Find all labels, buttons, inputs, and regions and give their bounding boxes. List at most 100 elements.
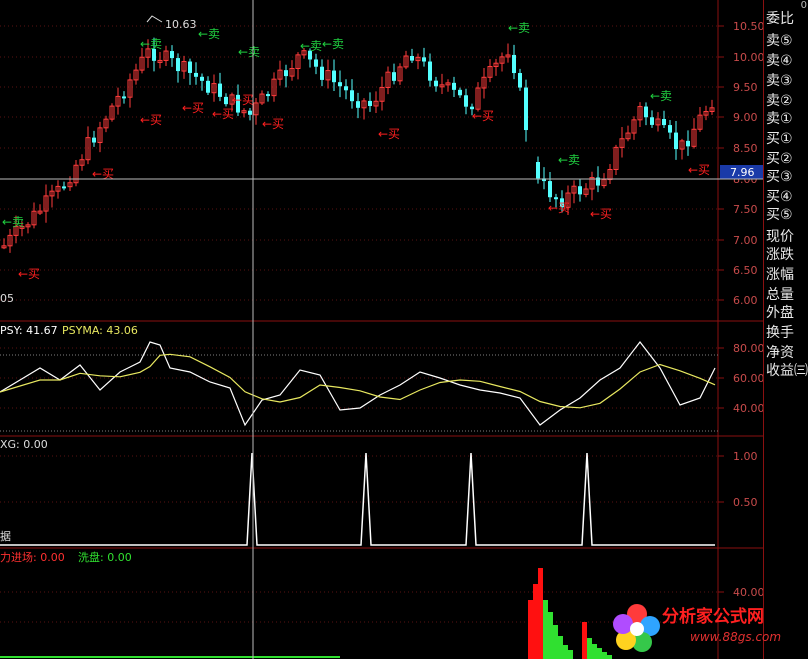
candle-body bbox=[524, 87, 528, 131]
capital-bars bbox=[0, 568, 612, 659]
candle-body bbox=[122, 96, 126, 99]
sidebar-item: 卖④ bbox=[766, 53, 793, 69]
quote-sidebar: 0 委比 卖⑤ 卖④ 卖③ 卖② 卖① 买① 买② 买③ 买④ 买⑤ 现价 涨跌 涨幅 总量 外盘 换手 净资 收益… bbox=[763, 0, 808, 659]
buy-signal: ←买 bbox=[18, 267, 40, 281]
candle-body bbox=[320, 66, 324, 80]
candle-body bbox=[644, 106, 648, 118]
candle-body bbox=[176, 58, 180, 72]
sidebar-item: 涨幅 bbox=[766, 267, 794, 283]
sell-signal: ←卖 bbox=[508, 21, 530, 35]
axis-tick-label: 40.00 bbox=[733, 586, 763, 599]
axis-tick-label: 1.00 bbox=[733, 450, 758, 463]
sell-signal: ←卖 bbox=[2, 215, 24, 229]
axis-tick-label: 9.50 bbox=[733, 81, 758, 94]
wash-label: 洗盘: 0.00 bbox=[78, 550, 132, 564]
axis-tick-label: 80.00 bbox=[733, 342, 763, 355]
candle-body bbox=[200, 76, 204, 81]
candle-body bbox=[452, 82, 456, 90]
buy-signal: ←买 bbox=[378, 127, 400, 141]
buy-signal: ←买 bbox=[232, 93, 254, 107]
buy-signal: ←买 bbox=[472, 109, 494, 123]
sidebar-item: 卖② bbox=[766, 93, 793, 109]
sidebar-item: 现价 bbox=[766, 229, 794, 245]
axis-tick-label: 10.00 bbox=[733, 51, 763, 64]
buy-signal: ←买 bbox=[688, 163, 710, 177]
chart-area[interactable]: ←卖←卖←卖←卖 ←卖 ←卖←卖←卖←卖←买←买←买←买 ←买←买←买←买←买←买 ←买… bbox=[0, 0, 763, 659]
candle-body bbox=[62, 186, 66, 189]
sidebar-item: 买① bbox=[766, 131, 793, 147]
axis-tick-label: 7.00 bbox=[733, 234, 758, 247]
xg-value-label: XG: 0.00 bbox=[0, 438, 48, 451]
candle-body bbox=[224, 96, 228, 105]
candle-body bbox=[422, 57, 426, 62]
candle-body bbox=[554, 197, 558, 200]
sidebar-item: 外盘 bbox=[766, 305, 794, 321]
buy-signal: ←买 bbox=[590, 207, 612, 221]
psyma-value-label: PSYMA: 43.06 bbox=[62, 324, 138, 337]
candle-body bbox=[350, 90, 354, 102]
candle-body bbox=[170, 51, 174, 59]
sidebar-item: 买② bbox=[766, 151, 793, 167]
sidebar-item: 买⑤ bbox=[766, 207, 793, 223]
capital-bar bbox=[543, 600, 548, 659]
sell-signal: ←卖 bbox=[322, 37, 344, 51]
candle-body bbox=[314, 59, 318, 67]
capital-bar bbox=[568, 650, 573, 659]
axis-tick-label: 6.00 bbox=[733, 294, 758, 307]
capital-bar bbox=[528, 600, 533, 659]
capital-bar bbox=[533, 584, 538, 659]
sidebar-item: 卖① bbox=[766, 111, 793, 127]
sidebar-item: 收益㈢ bbox=[766, 363, 808, 379]
candle-body bbox=[548, 181, 552, 198]
sidebar-item: 涨跌 bbox=[766, 247, 794, 263]
buy-signal: ←买 bbox=[548, 201, 570, 215]
psyma-line bbox=[0, 353, 716, 409]
capital-bar bbox=[548, 612, 553, 659]
candle-body bbox=[284, 70, 288, 77]
capital-bar bbox=[602, 652, 607, 659]
buy-signal: ←买 bbox=[182, 101, 204, 115]
sell-signal: ←卖 bbox=[198, 27, 220, 41]
axis-tick-label: 60.00 bbox=[733, 372, 763, 385]
sell-signal: ←卖 bbox=[238, 45, 260, 59]
high-marker bbox=[146, 15, 163, 23]
capital-bar bbox=[558, 636, 563, 659]
axis-tick-label: 9.00 bbox=[733, 111, 758, 124]
candle-body bbox=[578, 186, 582, 195]
sidebar-item: 买④ bbox=[766, 189, 793, 205]
candle-body bbox=[434, 80, 438, 87]
candle-body bbox=[662, 119, 666, 126]
sell-signal: ←卖 bbox=[558, 153, 580, 167]
psy-value-label: PSY: 41.67 bbox=[0, 324, 58, 337]
candle-body bbox=[92, 137, 96, 143]
candle-body bbox=[356, 101, 360, 108]
candle-body bbox=[686, 140, 690, 147]
capital-bar bbox=[553, 625, 558, 659]
candle-body bbox=[392, 72, 396, 81]
candle-body bbox=[194, 72, 198, 77]
candle-body bbox=[218, 83, 222, 97]
axis-tick-label: 0.50 bbox=[733, 496, 758, 509]
candle-body bbox=[668, 125, 672, 133]
sell-signal: ←卖 bbox=[650, 89, 672, 103]
low-price-label: 05 bbox=[0, 292, 14, 305]
flower-logo-icon bbox=[613, 604, 660, 652]
sidebar-item: 卖③ bbox=[766, 73, 793, 89]
site-logo: 分析家公式网 www.88gs.com bbox=[612, 600, 802, 656]
candle-body bbox=[458, 89, 462, 96]
psy-line bbox=[0, 341, 716, 427]
candle-body bbox=[674, 132, 678, 150]
candle-body bbox=[266, 94, 270, 97]
sidebar-item: 委比 bbox=[766, 11, 794, 27]
axis-tick-label: 40.00 bbox=[733, 402, 763, 415]
current-price-tag: 7.96 bbox=[730, 166, 755, 179]
candle-body bbox=[332, 70, 336, 83]
candle-body bbox=[410, 55, 414, 61]
candle-body bbox=[248, 110, 252, 115]
candle-body bbox=[428, 61, 432, 81]
candle-body bbox=[536, 162, 540, 179]
value-axes: 10.5010.009.509.008.508.007.507.006.506.… bbox=[718, 20, 763, 599]
capital-bar bbox=[538, 568, 543, 659]
sidebar-item: 买③ bbox=[766, 169, 793, 185]
sidebar-item: 换手 bbox=[766, 325, 794, 341]
